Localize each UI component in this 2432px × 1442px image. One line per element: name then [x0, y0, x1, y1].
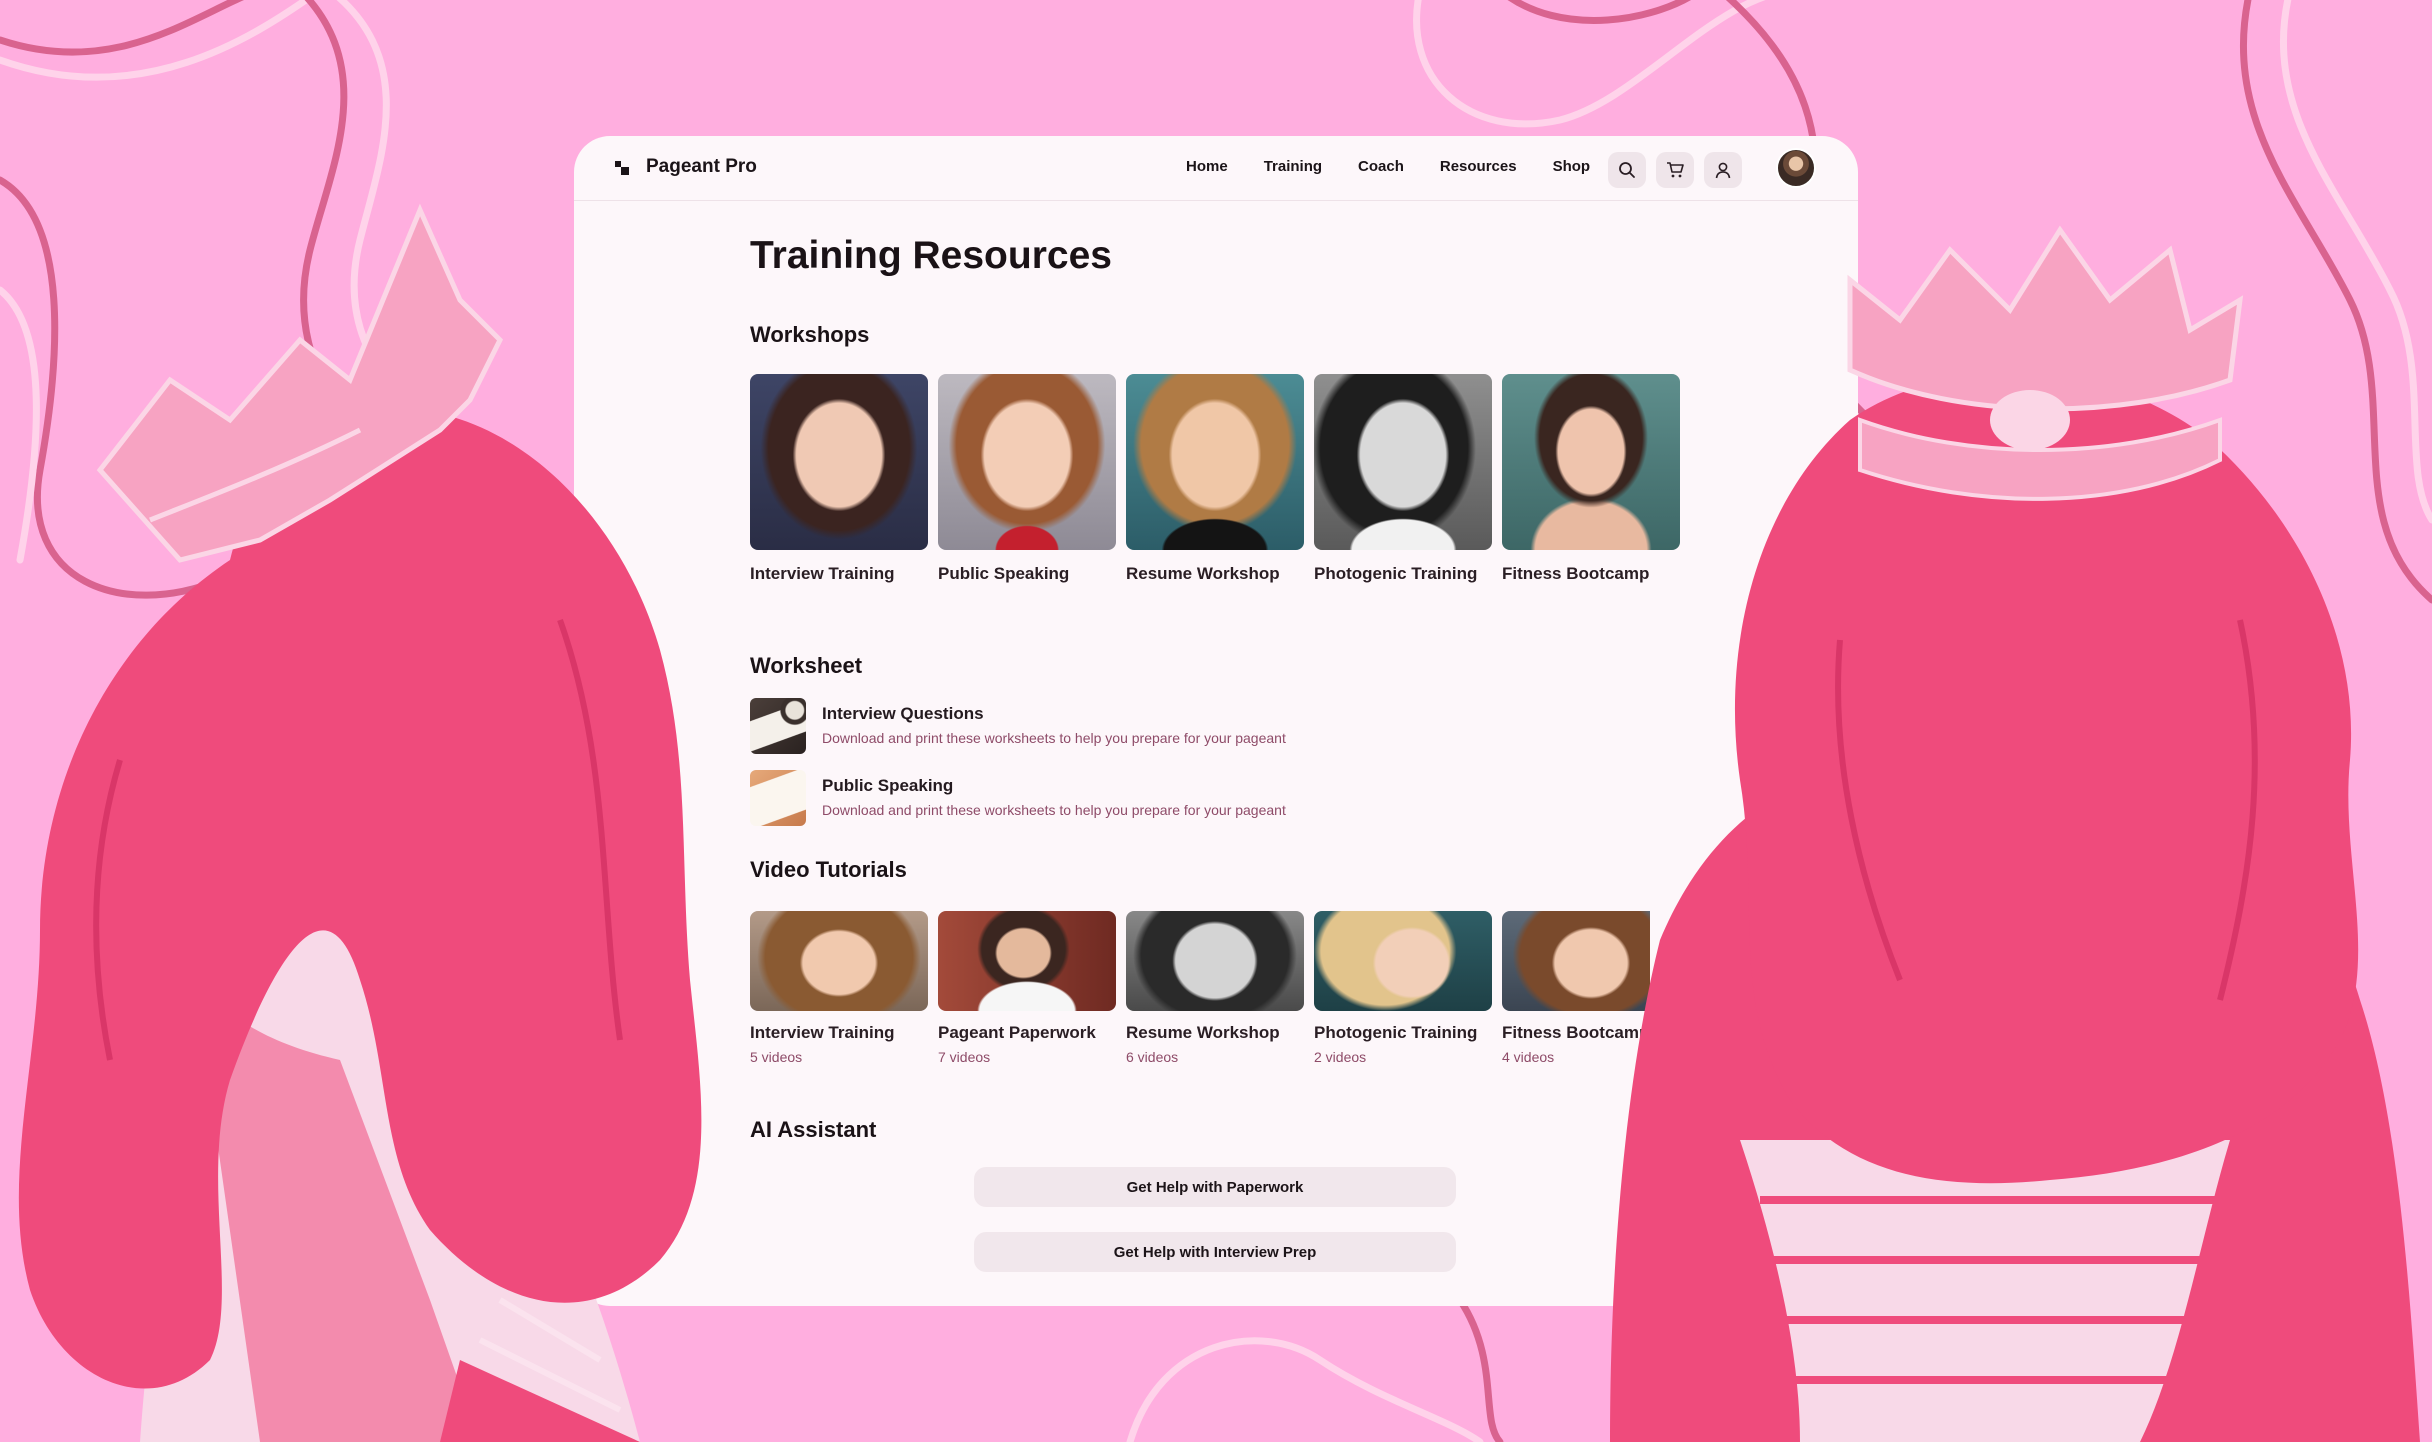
video-tutorials-heading: Video Tutorials	[750, 857, 907, 882]
video-count: 2 videos	[1314, 1049, 1367, 1065]
account-button[interactable]	[1704, 152, 1742, 188]
user-icon	[1715, 162, 1731, 179]
video-title: Interview Training	[750, 1023, 895, 1042]
video-title: Pageant Paperwork	[938, 1023, 1096, 1042]
video-card[interactable]: Fitness Bootcamp 4 videos	[1502, 911, 1650, 1065]
workshop-label: Resume Workshop	[1126, 564, 1280, 583]
app-window: Pageant Pro Home Training Coach Resource…	[574, 136, 1858, 1306]
cart-button[interactable]	[1656, 152, 1694, 188]
worksheet-item[interactable]: Interview Questions Download and print t…	[750, 698, 1450, 754]
video-card[interactable]: Pageant Paperwork 7 videos	[938, 911, 1116, 1065]
nav-link-resources[interactable]: Resources	[1440, 158, 1517, 175]
video-thumbnail	[1502, 911, 1650, 1011]
nav-link-home[interactable]: Home	[1186, 158, 1228, 175]
paperwork-help-button[interactable]: Get Help with Paperwork	[974, 1167, 1456, 1207]
worksheet-thumbnail	[750, 770, 806, 826]
video-card[interactable]: Photogenic Training 2 videos	[1314, 911, 1492, 1065]
workshop-image	[938, 374, 1116, 550]
video-title: Resume Workshop	[1126, 1023, 1280, 1042]
avatar[interactable]	[1776, 148, 1816, 188]
workshop-card[interactable]: Public Speaking	[938, 374, 1116, 584]
workshop-card[interactable]: Fitness Bootcamp	[1502, 374, 1680, 584]
nav-link-coach[interactable]: Coach	[1358, 158, 1404, 175]
workshop-card[interactable]: Photogenic Training	[1314, 374, 1492, 584]
video-tutorials-carousel[interactable]: Interview Training 5 videos Pageant Pape…	[750, 911, 1650, 1081]
workshop-image	[1314, 374, 1492, 550]
search-button[interactable]	[1608, 152, 1646, 188]
video-thumbnail	[1314, 911, 1492, 1011]
video-thumbnail	[750, 911, 928, 1011]
workshop-card[interactable]: Interview Training	[750, 374, 928, 584]
cart-icon	[1667, 162, 1684, 178]
search-icon	[1619, 162, 1635, 178]
worksheet-heading: Worksheet	[750, 653, 863, 678]
video-title: Photogenic Training	[1314, 1023, 1478, 1042]
nav-link-training[interactable]: Training	[1264, 158, 1322, 175]
ai-assistant-heading: AI Assistant	[750, 1117, 877, 1142]
logo-icon	[615, 161, 629, 175]
workshop-card[interactable]: Resume Workshop	[1126, 374, 1304, 584]
brand-name[interactable]: Pageant Pro	[646, 156, 757, 178]
nav-link-shop[interactable]: Shop	[1553, 158, 1591, 175]
workshop-label: Interview Training	[750, 564, 895, 583]
workshop-label: Fitness Bootcamp	[1502, 564, 1650, 583]
nav-links: Home Training Coach Resources Shop	[1186, 158, 1590, 175]
video-card[interactable]: Interview Training 5 videos	[750, 911, 928, 1065]
interview-prep-help-button[interactable]: Get Help with Interview Prep	[974, 1232, 1456, 1272]
worksheet-item[interactable]: Public Speaking Download and print these…	[750, 770, 1450, 826]
workshop-image	[1502, 374, 1680, 550]
worksheet-description: Download and print these worksheets to h…	[822, 730, 1286, 746]
page-title: Training Resources	[750, 234, 1112, 277]
worksheet-description: Download and print these worksheets to h…	[822, 802, 1286, 818]
video-count: 7 videos	[938, 1049, 991, 1065]
video-thumbnail	[938, 911, 1116, 1011]
workshop-image	[750, 374, 928, 550]
workshops-heading: Workshops	[750, 322, 870, 347]
worksheet-thumbnail	[750, 698, 806, 754]
worksheet-title: Public Speaking	[822, 776, 954, 795]
top-navbar: Pageant Pro Home Training Coach Resource…	[574, 136, 1858, 201]
workshop-label: Public Speaking	[938, 564, 1070, 583]
video-count: 4 videos	[1502, 1049, 1555, 1065]
video-card[interactable]: Resume Workshop 6 videos	[1126, 911, 1304, 1065]
video-count: 6 videos	[1126, 1049, 1179, 1065]
video-thumbnail	[1126, 911, 1304, 1011]
video-count: 5 videos	[750, 1049, 803, 1065]
workshop-image	[1126, 374, 1304, 550]
workshop-label: Photogenic Training	[1314, 564, 1478, 583]
video-title: Fitness Bootcamp	[1502, 1023, 1650, 1042]
worksheet-title: Interview Questions	[822, 704, 984, 723]
